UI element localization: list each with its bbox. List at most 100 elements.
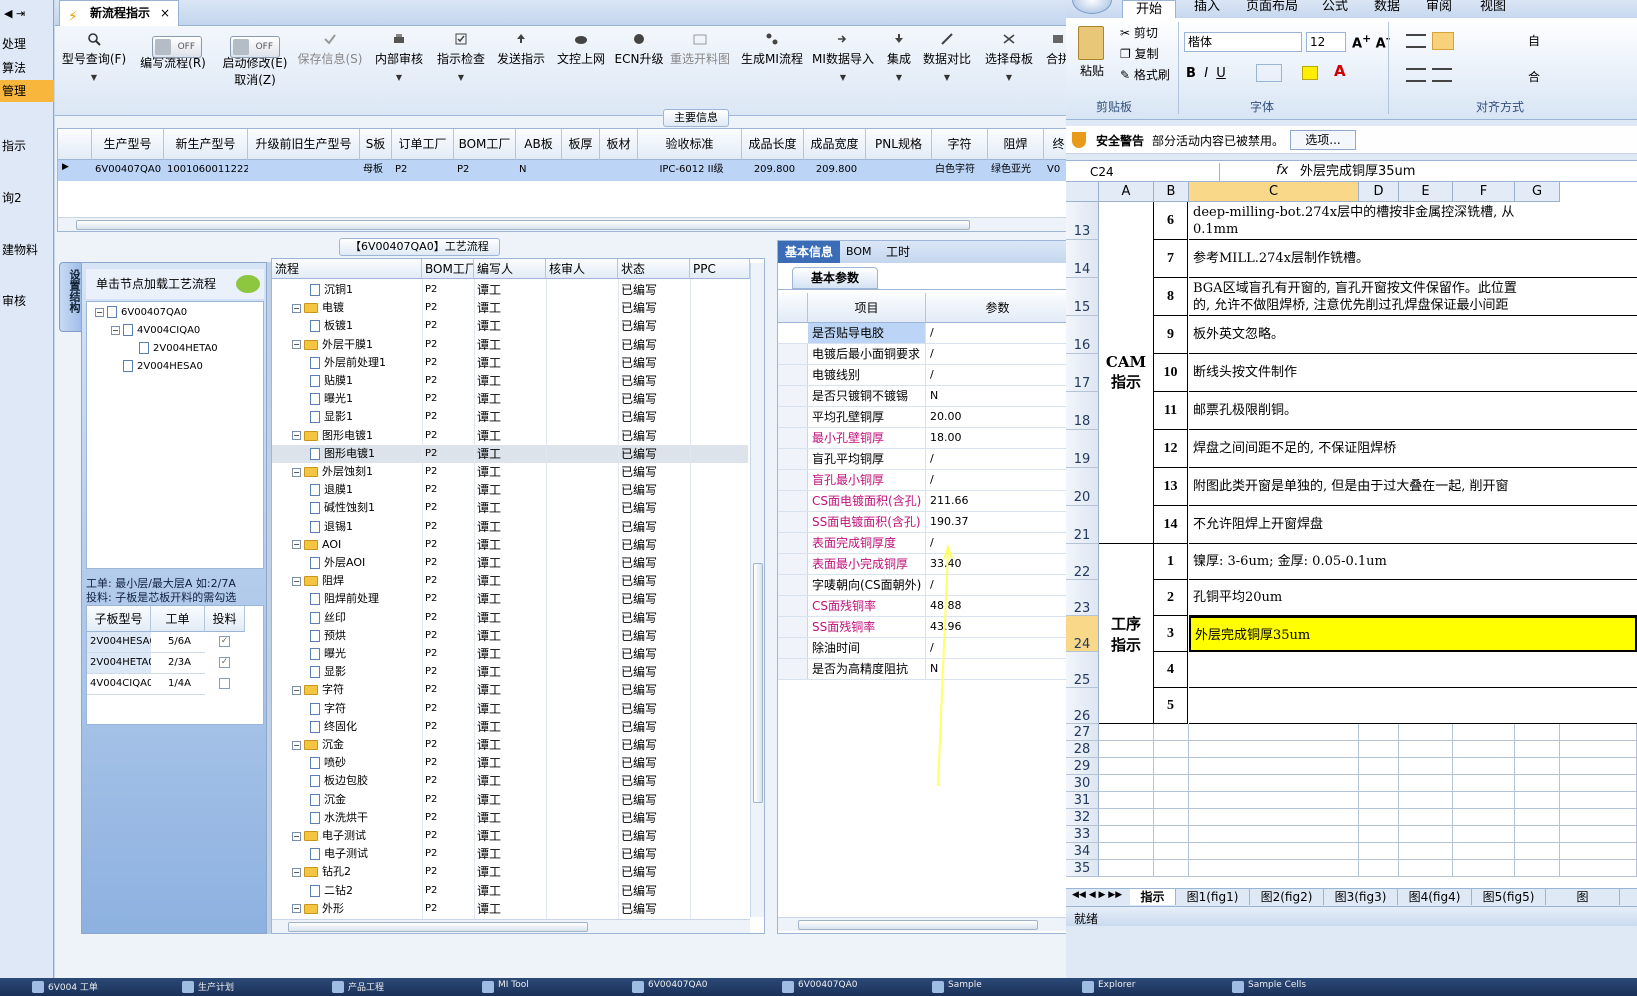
flow-row[interactable]: 喷砂 P2 谭工 已编写 (272, 754, 748, 772)
params-hscroll[interactable] (778, 917, 1070, 931)
sheet-nav-arrows[interactable]: ◀◀ ◀ ▶ ▶▶ (1072, 890, 1122, 900)
align-left-icon[interactable] (1406, 68, 1426, 82)
flow-col-header[interactable]: 状态 (618, 259, 690, 279)
flow-row[interactable]: 外层AOI P2 谭工 已编写 (272, 554, 748, 572)
font-grow-icon[interactable]: A+ A- (1352, 32, 1390, 51)
start-modify-toggle[interactable]: OFF 启动修改(E) 取消(Z) (215, 30, 295, 110)
tab-data[interactable]: 数据 (1374, 0, 1400, 18)
row-header[interactable]: 22 (1066, 544, 1099, 580)
paste-button[interactable]: 粘贴 (1080, 62, 1104, 79)
send-button[interactable]: 发送指示 (493, 30, 549, 110)
fill-color-icon[interactable] (1302, 66, 1318, 80)
col-header[interactable]: G (1515, 182, 1560, 202)
item-number[interactable]: 11 (1154, 392, 1188, 430)
col-header[interactable]: 阻焊 (988, 129, 1044, 160)
collapse-icon[interactable]: − (292, 431, 301, 441)
item-number[interactable]: 1 (1154, 544, 1188, 580)
import-button[interactable]: MI数据导入 ▼ (811, 30, 875, 110)
row-header[interactable]: 17 (1066, 354, 1099, 392)
item-number[interactable]: 13 (1154, 468, 1188, 506)
row-header[interactable]: 30 (1066, 775, 1099, 792)
off-switch-2[interactable]: OFF (230, 36, 280, 58)
align-middle-icon[interactable] (1432, 32, 1454, 50)
tab-bom[interactable]: BOM (846, 241, 876, 263)
reselect-button[interactable]: 重选开料图 (669, 30, 731, 110)
flow-col-header[interactable]: 流程 (272, 259, 422, 279)
row-header[interactable]: 33 (1066, 826, 1099, 843)
col-header[interactable]: 成品长度 (742, 129, 804, 160)
font-size-select[interactable]: 12 (1306, 32, 1346, 52)
flow-col-header[interactable]: 核审人 (546, 259, 618, 279)
row-header[interactable]: 14 (1066, 240, 1099, 278)
collapse-icon[interactable]: − (292, 831, 301, 841)
param-row[interactable]: 盲孔最小铜厚 / (778, 470, 1078, 491)
flow-row[interactable]: 碱性蚀刻1 P2 谭工 已编写 (272, 499, 748, 517)
flow-hscroll[interactable] (272, 919, 750, 933)
sheet-tab[interactable]: 图3(fig3) (1324, 889, 1398, 905)
sheet-tab[interactable]: 图1(fig1) (1176, 889, 1250, 905)
collapse-icon[interactable]: − (292, 576, 301, 586)
col-header[interactable]: A (1099, 182, 1154, 202)
flow-row[interactable]: 板镀1 P2 谭工 已编写 (272, 317, 748, 335)
item-number[interactable]: 3 (1154, 616, 1188, 652)
flow-row[interactable]: − 阻焊 P2 谭工 已编写 (272, 572, 748, 590)
flow-col-header[interactable]: PPC (690, 259, 750, 279)
flow-vscroll[interactable] (750, 263, 764, 917)
instruction-cell[interactable]: 镍厚: 3-6um; 金厚: 0.05-0.1um (1189, 544, 1637, 580)
col-header[interactable]: 生产型号 (92, 129, 164, 160)
param-value[interactable]: 211.66 (926, 491, 969, 511)
taskbar-item[interactable]: Sample Cells (1230, 980, 1370, 994)
param-row[interactable]: 平均孔壁铜厚 20.00 (778, 407, 1078, 428)
param-row[interactable]: 是否只镀铜不镀锡 N (778, 386, 1078, 407)
row-header[interactable]: 24 (1066, 616, 1099, 652)
flow-row[interactable]: 显影 P2 谭工 已编写 (272, 663, 748, 681)
feed-checkbox[interactable]: ✓ (219, 657, 230, 668)
sheet-tab[interactable]: 图2(fig2) (1250, 889, 1324, 905)
item-number[interactable]: 10 (1154, 354, 1188, 392)
font-name-select[interactable]: 楷体 (1184, 32, 1302, 52)
flow-row[interactable]: − 图形电镀1 P2 谭工 已编写 (272, 427, 748, 445)
param-value[interactable]: 18.00 (926, 428, 962, 448)
nav-item-review[interactable]: 审核 (0, 290, 54, 312)
flow-row[interactable]: 退膜1 P2 谭工 已编写 (272, 481, 748, 499)
align-top-icon[interactable] (1406, 34, 1426, 48)
row-header[interactable]: 15 (1066, 278, 1099, 316)
flow-row[interactable]: − 外层蚀刻1 P2 谭工 已编写 (272, 463, 748, 481)
col-header[interactable]: 板材 (600, 129, 638, 160)
param-value[interactable]: / (926, 449, 934, 469)
row-header[interactable]: 23 (1066, 580, 1099, 616)
item-number[interactable]: 6 (1154, 202, 1188, 240)
param-row[interactable]: 最小孔壁铜厚 18.00 (778, 428, 1078, 449)
instruction-cell[interactable]: 邮票孔极限削铜。 (1189, 392, 1637, 430)
grid-cell[interactable]: 209.800 (742, 160, 804, 180)
feed-checkbox[interactable] (219, 678, 230, 689)
instruction-cell[interactable]: 孔铜平均20um (1189, 580, 1637, 616)
grid-cell[interactable]: P2 (392, 160, 454, 180)
taskbar-item[interactable]: MI Tool (480, 980, 620, 994)
nav-item-query2[interactable]: 询2 (0, 187, 54, 209)
nav-item-algo[interactable]: 算法 (0, 57, 54, 79)
cut-button[interactable]: ✂ 剪切 (1120, 24, 1158, 41)
flow-row[interactable]: − AOI P2 谭工 已编写 (272, 536, 748, 554)
instruction-cell[interactable]: deep-milling-bot.274x层中的槽按非金属控深铣槽, 从 0.1m… (1189, 202, 1637, 240)
instruction-cell[interactable]: 板外英文忽略。 (1189, 316, 1637, 354)
sub-board-order[interactable]: 1/4A (151, 674, 205, 695)
flow-col-header[interactable]: BOM工厂 (422, 259, 474, 279)
sub-board-id[interactable]: 4V004CIQA0 (87, 674, 151, 695)
col-header[interactable]: E (1399, 182, 1453, 202)
grid-row-selected[interactable]: ▶ 6V00407QA0 10010600112224 母板 P2 P2 N IPC-601… (58, 160, 1068, 181)
grid-cell[interactable]: P2 (454, 160, 516, 180)
taskbar-item[interactable]: 6V00407QA0 (630, 980, 770, 994)
param-value[interactable]: / (926, 470, 934, 490)
tree-node-leaf[interactable]: 2V004HESA0 (123, 360, 203, 372)
tree-node-root[interactable]: −6V00407QA0 (95, 306, 187, 318)
param-value[interactable]: 190.37 (926, 512, 969, 532)
tab-formulas[interactable]: 公式 (1322, 0, 1348, 18)
collapse-icon[interactable]: − (292, 867, 301, 877)
sheet-tab[interactable]: 图 (1546, 889, 1620, 905)
sheet-tab[interactable]: 图4(fig4) (1398, 889, 1472, 905)
col-header[interactable]: PNL规格 (866, 129, 932, 160)
tab-review[interactable]: 审阅 (1426, 0, 1452, 18)
col-header[interactable]: D (1359, 182, 1399, 202)
row-header[interactable]: 27 (1066, 724, 1099, 741)
